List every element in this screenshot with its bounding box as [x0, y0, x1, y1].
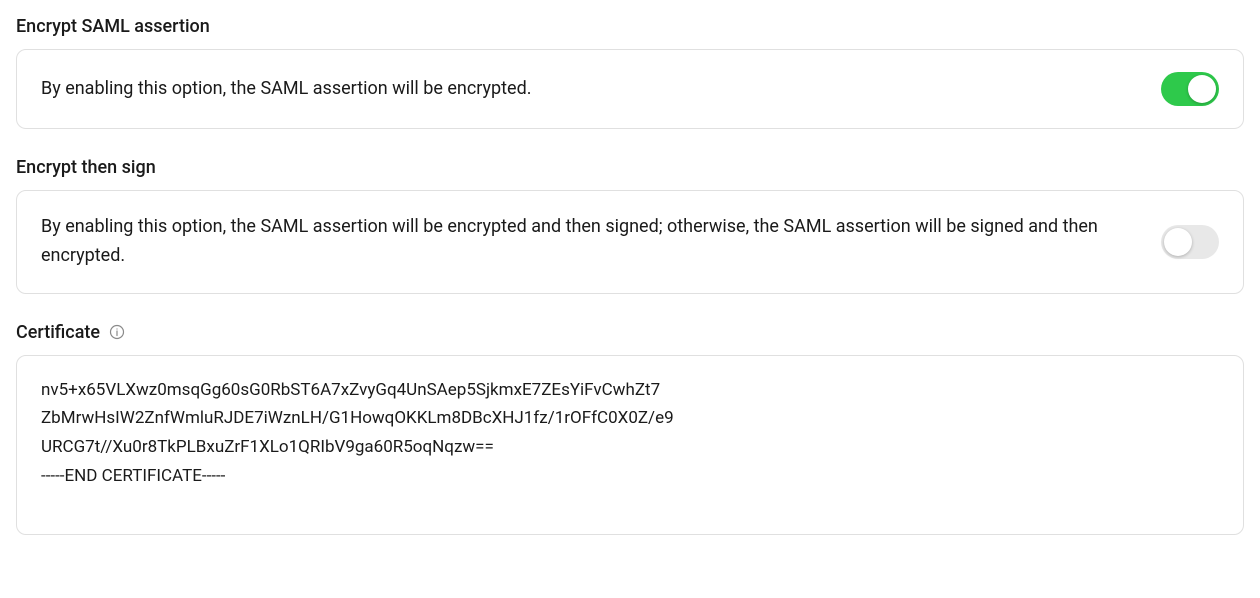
toggle-knob: [1188, 75, 1216, 103]
certificate-section: Certificate: [16, 322, 1244, 539]
encrypt-saml-assertion-description: By enabling this option, the SAML assert…: [41, 75, 1137, 104]
encrypt-then-sign-card: By enabling this option, the SAML assert…: [16, 190, 1244, 294]
certificate-textarea[interactable]: [16, 355, 1244, 535]
encrypt-then-sign-section: Encrypt then sign By enabling this optio…: [16, 157, 1244, 294]
encrypt-then-sign-toggle[interactable]: [1161, 225, 1219, 259]
certificate-textarea-wrap: [16, 355, 1244, 539]
encrypt-then-sign-title: Encrypt then sign: [16, 157, 1244, 178]
encrypt-saml-assertion-section: Encrypt SAML assertion By enabling this …: [16, 16, 1244, 129]
info-icon[interactable]: [108, 323, 126, 341]
certificate-title-row: Certificate: [16, 322, 1244, 343]
encrypt-saml-assertion-toggle[interactable]: [1161, 72, 1219, 106]
toggle-knob: [1164, 228, 1192, 256]
encrypt-saml-assertion-title: Encrypt SAML assertion: [16, 16, 1244, 37]
encrypt-then-sign-description: By enabling this option, the SAML assert…: [41, 213, 1137, 271]
encrypt-saml-assertion-card: By enabling this option, the SAML assert…: [16, 49, 1244, 129]
certificate-title: Certificate: [16, 322, 100, 343]
